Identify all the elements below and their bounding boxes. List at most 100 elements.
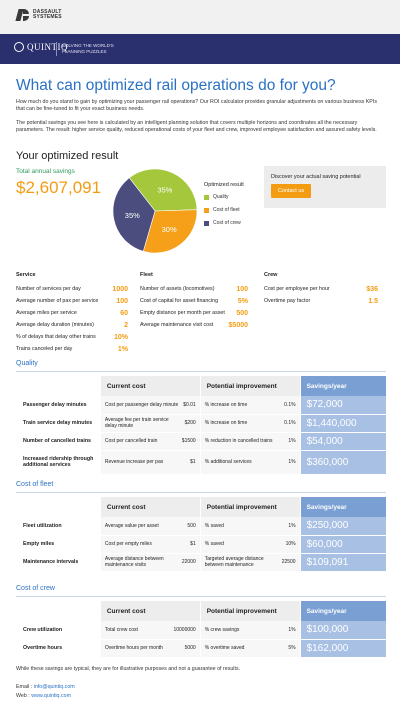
savings-value: $72,000 [299,396,386,415]
input-label: % of delays that delay other trains [16,334,96,340]
current-cost-label: Average distance between maintenance vis… [104,556,164,568]
improvement-value[interactable]: 1% [288,627,295,633]
improvement-value[interactable]: 1% [288,523,295,529]
input-value[interactable]: 1% [118,346,128,353]
input-value[interactable]: 2 [124,322,128,329]
improvement-value[interactable]: 0.1% [284,402,295,408]
fleet-inputs: Fleet Number of assets (locomotives) 100 C… [140,272,248,331]
service-input-row: Number of services per day 1000 [16,283,128,295]
quintiq-logo[interactable]: QUINTIQ [14,42,68,52]
fleet-heading: Fleet [140,272,153,278]
header-blank [16,497,101,517]
contact-us-button[interactable]: Contact us [271,184,311,198]
improvement-cell: % additional services 1% [199,450,301,475]
contact-box: Discover your actual saving potential Co… [264,166,386,208]
current-cost-cell: Cost per cancelled train $1500 [99,432,201,451]
current-cost-cell: Average distance between maintenance vis… [99,553,201,572]
current-cost-value[interactable]: $1 [190,541,196,547]
email-link[interactable]: info@quintiq.com [34,684,75,690]
table-row: Crew utilization Total crew cost 10000000%… [16,621,386,640]
improvement-value[interactable]: 5% [288,645,295,651]
row-label: Empty miles [16,535,101,554]
tagline-line1: SOLVING THE WORLD'S [62,43,114,48]
input-label: Average miles per service [16,310,77,316]
input-value[interactable]: $36 [366,286,378,293]
input-value[interactable]: 1000 [112,286,128,293]
improvement-value[interactable]: 1% [288,459,295,465]
row-label: Maintenance intervals [16,553,101,572]
improvement-cell: % saved 10% [199,535,301,554]
row-label: Crew utilization [16,621,101,640]
input-value[interactable]: 100 [236,286,248,293]
improvement-label: % saved [204,541,224,547]
service-input-row: Average delay duration (minutes) 2 [16,319,128,331]
dassault-logo[interactable]: DASSAULT SYSTEMES [15,8,62,22]
cost-table: Current cost Potential improvement Savings… [16,601,386,658]
current-cost-label: Average fee per train service delay minu… [104,417,169,429]
input-label: Overtime pay factor [264,298,311,304]
fleet-input-row: Number of assets (locomotives) 100 [140,283,248,295]
current-cost-cell: Total crew cost 10000000 [99,621,201,640]
input-label: Average number of pax per service [16,298,99,304]
pie-legend: Optimized result Quality Cost of fleet C… [204,182,244,233]
savings-value: $162,000 [299,639,386,658]
table-row: Maintenance intervals Average distance be… [16,553,386,572]
improvement-value[interactable]: 22500 [282,559,296,565]
row-label: Increased ridership through additional s… [16,450,101,475]
improvement-cell: % reduction in cancelled trains 1% [199,432,301,451]
input-label: Number of services per day [16,286,81,292]
input-value[interactable]: 60 [120,310,128,317]
crew-input-row: Cost per employee per hour $36 [264,283,378,295]
current-cost-value[interactable]: $1500 [182,438,196,444]
improvement-value[interactable]: 0.1% [284,420,295,426]
header-savings: Savings/year [299,601,386,621]
input-value[interactable]: $5000 [229,322,248,329]
row-label: Overtime hours [16,639,101,658]
input-value[interactable]: 5% [238,298,248,305]
improvement-cell: % saved 1% [199,517,301,536]
current-cost-label: Revenue increase per pax [104,459,164,465]
header-blank [16,376,101,396]
header-current-cost: Current cost [99,497,201,517]
current-cost-value[interactable]: $1 [190,459,196,465]
input-value[interactable]: 500 [236,310,248,317]
improvement-value[interactable]: 1% [288,438,295,444]
disclaimer: While these savings are typical, they ar… [16,666,241,672]
header-blank [16,601,101,621]
input-value[interactable]: 100 [116,298,128,305]
improvement-value[interactable]: 10% [286,541,296,547]
section-divider [16,371,386,372]
input-value[interactable]: 1.5 [368,298,378,305]
service-input-row: Trains canceled per day 1% [16,343,128,355]
current-cost-value[interactable]: 10000000 [173,627,195,633]
savings-value: $100,000 [299,621,386,640]
current-cost-value[interactable]: $0.01 [183,402,196,408]
fleet-input-row: Average maintenance visit cost $5000 [140,319,248,331]
legend-swatch-crew [204,220,209,226]
legend-item-quality: Quality [204,194,244,200]
header-savings: Savings/year [299,376,386,396]
input-label: Cost per employee per hour [264,286,330,292]
input-label: Empty distance per month per asset [140,310,225,316]
quintiq-logo-icon [14,42,24,52]
current-cost-label: Cost per passenger delay minute [104,401,179,408]
current-cost-value[interactable]: 5000 [185,645,196,651]
service-input-row: Average miles per service 60 [16,307,128,319]
table-row: Increased ridership through additional s… [16,450,386,475]
web-link[interactable]: www.quintiq.com [31,693,71,699]
current-cost-cell: Cost per empty miles $1 [99,535,201,554]
current-cost-label: Cost per empty miles [104,541,152,547]
improvement-cell: Targeted average distance between mainte… [199,553,301,572]
current-cost-value[interactable]: $200 [185,420,196,426]
current-cost-value[interactable]: 500 [187,523,195,529]
result-title: Your optimized result [16,150,119,162]
improvement-cell: % increase on time 0.1% [199,414,301,433]
table-row: Overtime hours Overtime hours per month 50… [16,639,386,658]
header-savings: Savings/year [299,497,386,517]
improvement-label: % additional services [204,459,252,465]
current-cost-value[interactable]: 22000 [182,559,196,565]
input-value[interactable]: 10% [114,334,128,341]
improvement-label: Targeted average distance between mainte… [204,556,264,568]
improvement-cell: % overtime saved 5% [199,639,301,658]
legend-swatch-fleet [204,207,209,213]
